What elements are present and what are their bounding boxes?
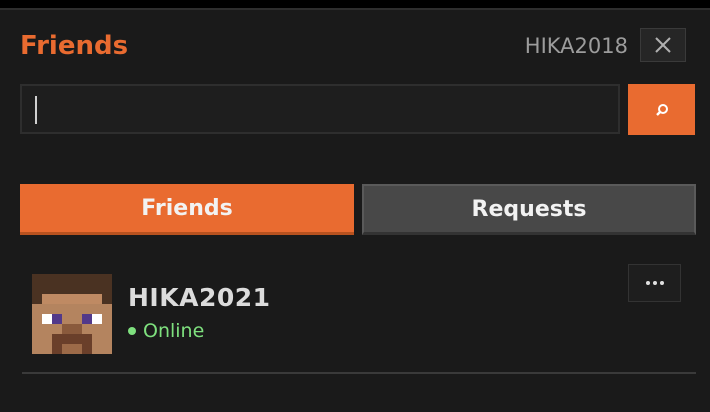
steve-avatar-icon	[32, 274, 112, 354]
close-button[interactable]	[640, 28, 686, 62]
friends-panel: Friends HIKA2018 Friends Requests HIKA20…	[0, 8, 710, 412]
more-options-button[interactable]	[628, 264, 681, 302]
search-icon	[655, 103, 668, 116]
current-username: HIKA2018	[524, 34, 628, 58]
search-input[interactable]	[20, 84, 620, 134]
list-divider	[22, 372, 696, 374]
friend-name: HIKA2021	[128, 283, 271, 312]
page-title: Friends	[20, 31, 129, 61]
friend-list-item[interactable]: HIKA2021 Online	[20, 264, 696, 374]
online-dot-icon	[128, 327, 136, 335]
status-label: Online	[143, 320, 205, 342]
close-icon	[655, 37, 671, 53]
status-online: Online	[128, 318, 204, 344]
tab-requests[interactable]: Requests	[362, 184, 696, 235]
more-options-icon	[645, 281, 664, 285]
text-caret	[35, 96, 37, 124]
tab-friends[interactable]: Friends	[20, 184, 354, 235]
search-button[interactable]	[628, 84, 695, 135]
